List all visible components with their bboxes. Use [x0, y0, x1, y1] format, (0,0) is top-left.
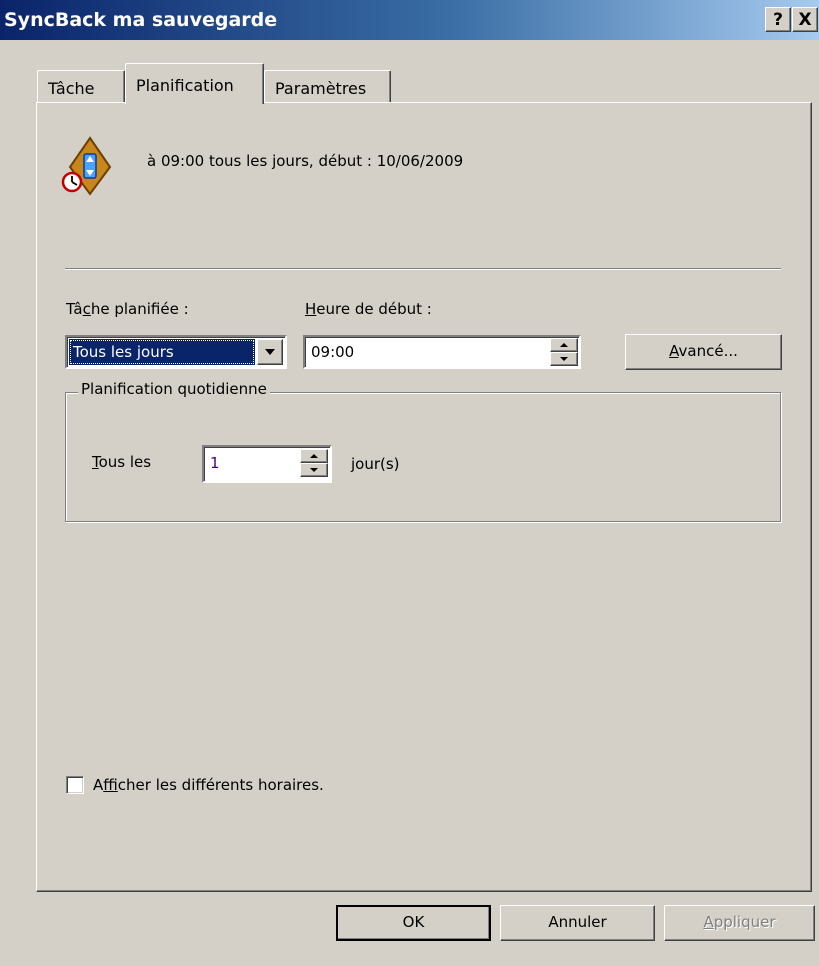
every-label: Tous les: [92, 453, 152, 471]
days-spin-down[interactable]: [300, 463, 328, 477]
scheduled-task-select[interactable]: Tous les jours: [65, 335, 287, 369]
help-button[interactable]: ?: [765, 7, 791, 32]
show-times-label[interactable]: Afficher les différents horaires.: [93, 776, 324, 794]
start-time-label: Heure de début :: [305, 300, 432, 318]
tab-planification-label: Planification: [136, 76, 234, 95]
schedule-summary: à 09:00 tous les jours, début : 10/06/20…: [147, 152, 464, 170]
days-interval-value: 1: [210, 454, 220, 472]
days-spin-up[interactable]: [300, 449, 328, 463]
daily-schedule-group: [65, 392, 781, 522]
tab-parametres[interactable]: Paramètres: [264, 70, 391, 102]
ok-button[interactable]: OK: [336, 905, 491, 941]
arrow-down-icon: [560, 357, 568, 361]
start-time-spinner[interactable]: [550, 338, 578, 366]
start-time-input[interactable]: 09:00: [303, 335, 581, 369]
close-button[interactable]: X: [792, 7, 818, 32]
start-time-value: 09:00: [311, 343, 355, 361]
chevron-down-icon: [265, 349, 275, 355]
advanced-button[interactable]: Avancé...: [625, 334, 782, 370]
window-title: SyncBack ma sauvegarde: [4, 9, 278, 31]
start-time-spin-down[interactable]: [550, 352, 578, 366]
arrow-up-icon: [310, 454, 318, 458]
schedule-clock-icon: [61, 136, 112, 196]
separator: [65, 268, 781, 270]
scheduled-task-label: Tâche planifiée :: [66, 300, 189, 318]
start-time-spin-up[interactable]: [550, 338, 578, 352]
dropdown-button[interactable]: [257, 339, 283, 365]
apply-button[interactable]: Appliquer: [664, 905, 815, 941]
show-times-checkbox[interactable]: [66, 776, 84, 794]
days-unit-label: jour(s): [351, 455, 400, 473]
arrow-down-icon: [310, 468, 318, 472]
tab-tache[interactable]: Tâche: [37, 70, 125, 102]
title-bar: SyncBack ma sauvegarde ? X: [0, 0, 819, 40]
tab-tache-label: Tâche: [48, 79, 95, 98]
arrow-up-icon: [560, 343, 568, 347]
days-interval-spinner[interactable]: [300, 449, 328, 477]
tab-planification[interactable]: Planification: [125, 63, 264, 104]
cancel-button[interactable]: Annuler: [500, 905, 655, 941]
daily-schedule-legend: Planification quotidienne: [78, 380, 270, 398]
scheduled-task-value: Tous les jours: [69, 339, 255, 365]
tab-parametres-label: Paramètres: [275, 79, 367, 98]
